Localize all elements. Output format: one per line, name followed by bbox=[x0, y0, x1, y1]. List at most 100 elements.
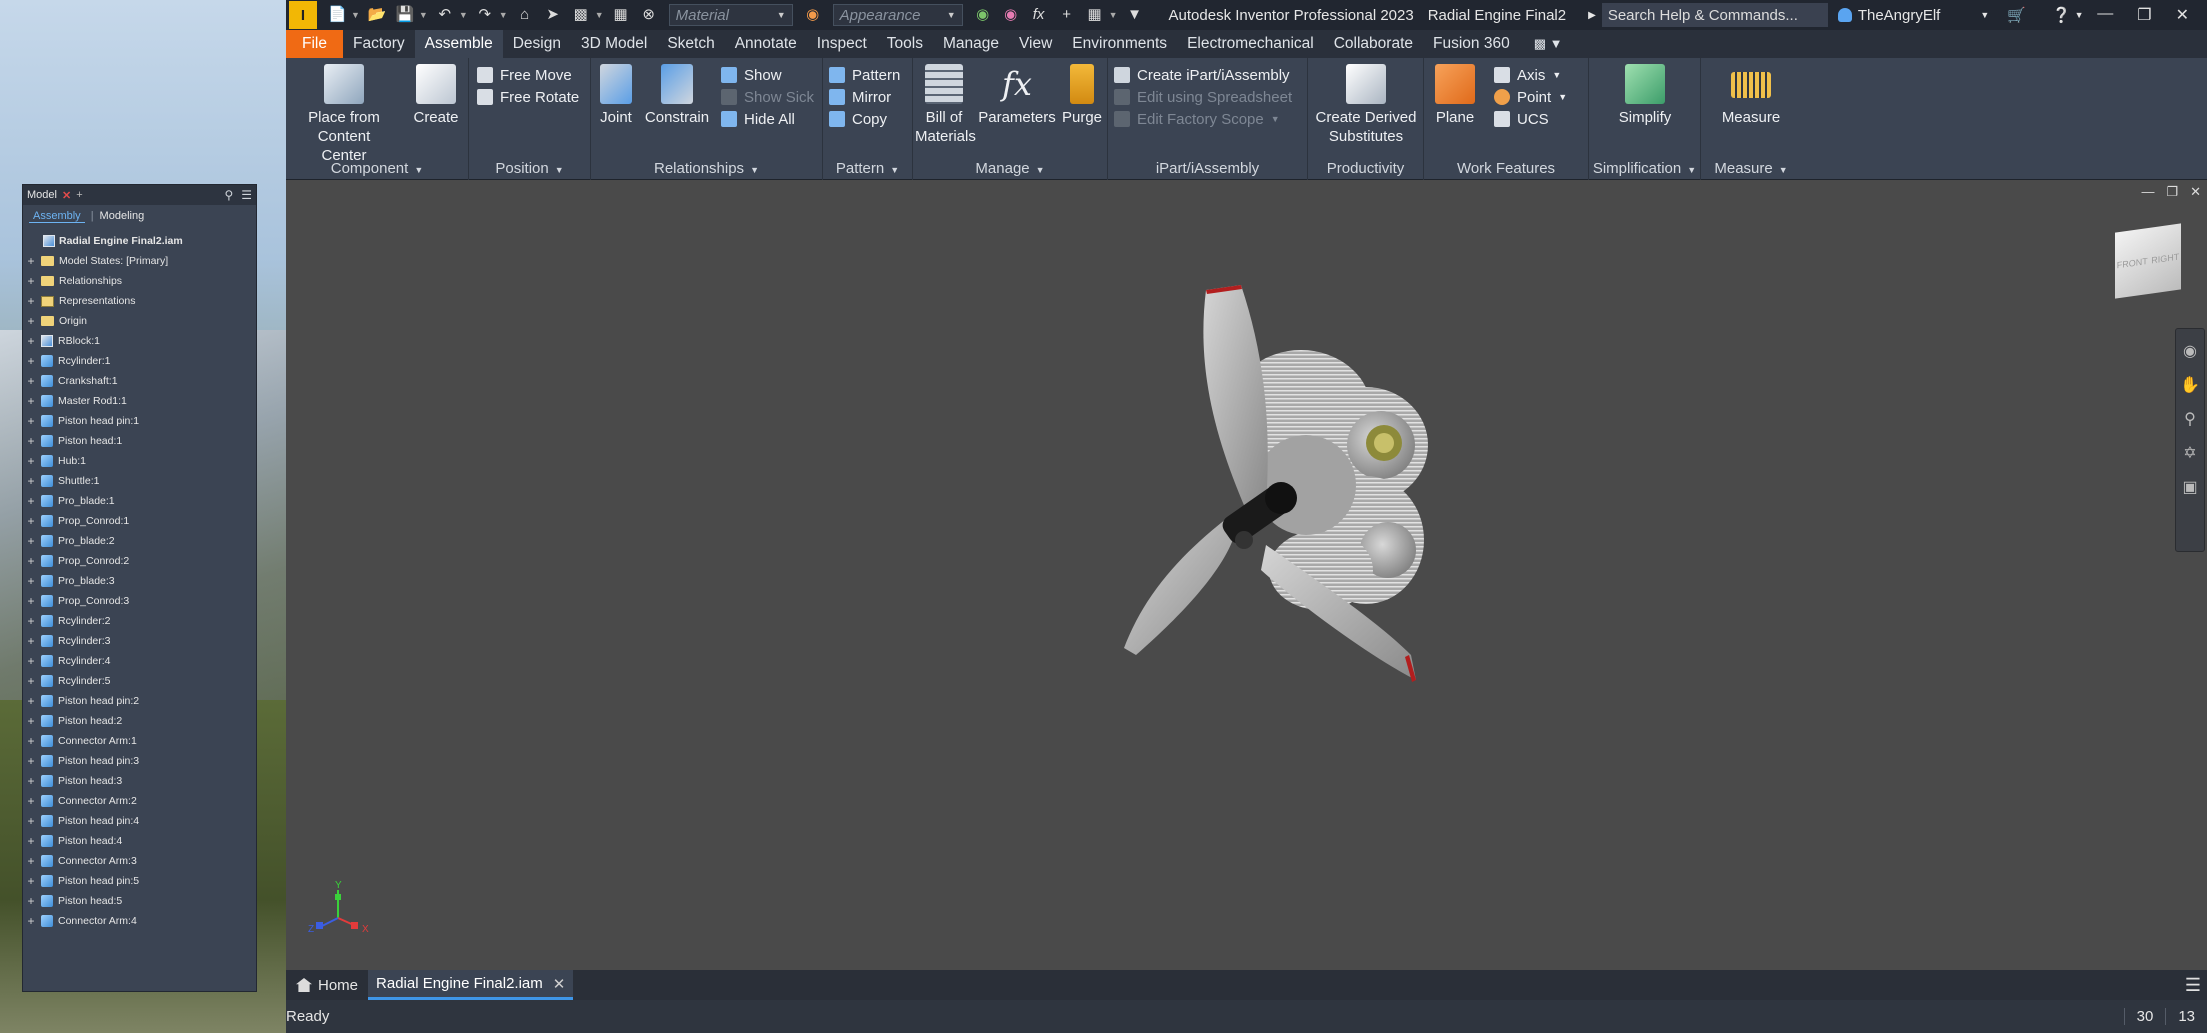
cart-icon[interactable]: 🛒 bbox=[2007, 6, 2026, 24]
help-dropdown[interactable]: ▼ bbox=[2075, 10, 2084, 20]
viewcube-right[interactable]: RIGHT bbox=[2151, 252, 2179, 266]
expand-icon[interactable]: + bbox=[26, 454, 36, 468]
axis-button[interactable]: Axis ▼ bbox=[1494, 64, 1561, 86]
tab-design[interactable]: Design bbox=[503, 30, 571, 58]
tree-item[interactable]: + Piston head pin:3 bbox=[26, 751, 256, 771]
redo-dropdown[interactable]: ▼ bbox=[499, 10, 508, 20]
help-icon[interactable]: ❔ bbox=[2052, 6, 2071, 24]
zoom-icon[interactable]: ⚲ bbox=[2184, 409, 2196, 429]
panel-title-simplification[interactable]: Simplification ▼ bbox=[1589, 160, 1700, 177]
expand-icon[interactable]: + bbox=[26, 714, 36, 728]
show-sick-button[interactable]: Show Sick bbox=[721, 86, 814, 108]
tab-tools[interactable]: Tools bbox=[877, 30, 933, 58]
measure-button[interactable]: Measure bbox=[1711, 64, 1791, 127]
expand-icon[interactable]: + bbox=[26, 874, 36, 888]
expand-icon[interactable]: + bbox=[26, 414, 36, 428]
create-derived-substitutes-button[interactable]: Create Derived Substitutes bbox=[1310, 64, 1422, 146]
menu-icon[interactable]: ☰ bbox=[2185, 975, 2207, 996]
mirror-button[interactable]: Mirror bbox=[829, 86, 891, 108]
user-menu[interactable]: TheAngryElf ▼ bbox=[1837, 7, 1989, 24]
tree-item[interactable]: + Pro_blade:1 bbox=[26, 491, 256, 511]
save-dropdown[interactable]: ▼ bbox=[419, 10, 428, 20]
expand-icon[interactable]: + bbox=[26, 254, 36, 268]
tree-item[interactable]: + Relationships bbox=[26, 271, 256, 291]
tree-item[interactable]: + Model States: [Primary] bbox=[26, 251, 256, 271]
create-ipart-button[interactable]: Create iPart/iAssembly bbox=[1114, 64, 1290, 86]
bill-of-materials-button[interactable]: Bill of Materials bbox=[915, 64, 976, 146]
tree-item[interactable]: + Piston head:4 bbox=[26, 831, 256, 851]
expand-icon[interactable]: + bbox=[26, 694, 36, 708]
expand-icon[interactable]: + bbox=[26, 554, 36, 568]
restore-icon[interactable]: ❐ bbox=[2137, 5, 2151, 25]
add-browser-icon[interactable]: + bbox=[76, 189, 82, 201]
expand-icon[interactable]: + bbox=[26, 354, 36, 368]
clear-override-icon[interactable]: ⊗ bbox=[640, 6, 658, 24]
update-icon[interactable]: ▩ bbox=[572, 6, 590, 24]
expand-icon[interactable]: + bbox=[26, 534, 36, 548]
parameters-button[interactable]: fx Parameters bbox=[977, 64, 1057, 127]
expand-icon[interactable]: + bbox=[26, 394, 36, 408]
tree-item[interactable]: + Piston head pin:5 bbox=[26, 871, 256, 891]
browser-tab-model[interactable]: Model bbox=[27, 189, 57, 201]
simplify-button[interactable]: Simplify bbox=[1605, 64, 1685, 127]
appearance-combo[interactable]: Appearance ▼ bbox=[832, 4, 963, 26]
ilogic-icon[interactable]: ▦ bbox=[1086, 6, 1104, 24]
viewcube[interactable]: FRONT RIGHT bbox=[2115, 223, 2181, 299]
tab-electromechanical[interactable]: Electromechanical bbox=[1177, 30, 1324, 58]
tree-item[interactable]: + Crankshaft:1 bbox=[26, 371, 256, 391]
customize-icon[interactable]: ▼ bbox=[1126, 6, 1144, 24]
expand-icon[interactable]: + bbox=[26, 514, 36, 528]
rebuild-icon[interactable]: ▦ bbox=[612, 6, 630, 24]
tab-factory[interactable]: Factory bbox=[343, 30, 415, 58]
tree-item[interactable]: + Connector Arm:4 bbox=[26, 911, 256, 931]
edit-spreadsheet-button[interactable]: Edit using Spreadsheet bbox=[1114, 86, 1292, 108]
tree-item[interactable]: + Pro_blade:3 bbox=[26, 571, 256, 591]
fx-parameters-icon[interactable]: fx bbox=[1030, 6, 1048, 24]
orbit-icon[interactable]: ✡ bbox=[2183, 443, 2196, 463]
help-search-input[interactable]: Search Help & Commands... bbox=[1601, 3, 1828, 27]
undo-icon[interactable]: ↶ bbox=[436, 6, 454, 24]
save-icon[interactable]: 💾 bbox=[396, 6, 415, 24]
free-move-button[interactable]: Free Move bbox=[477, 64, 572, 86]
expand-icon[interactable]: + bbox=[26, 914, 36, 928]
tab-assemble[interactable]: Assemble bbox=[414, 30, 503, 58]
material-combo[interactable]: Material ▼ bbox=[668, 4, 793, 26]
tree-item[interactable]: + Prop_Conrod:3 bbox=[26, 591, 256, 611]
close-icon[interactable]: ✕ bbox=[2190, 184, 2201, 200]
place-content-center-button[interactable]: Place from Content Center bbox=[294, 64, 394, 165]
tree-item[interactable]: + Connector Arm:1 bbox=[26, 731, 256, 751]
expand-icon[interactable]: + bbox=[26, 274, 36, 288]
select-icon[interactable]: ➤ bbox=[544, 6, 562, 24]
update-dropdown[interactable]: ▼ bbox=[595, 10, 604, 20]
close-icon[interactable]: ✕ bbox=[553, 975, 566, 993]
tree-item[interactable]: + Hub:1 bbox=[26, 451, 256, 471]
free-rotate-button[interactable]: Free Rotate bbox=[477, 86, 579, 108]
close-icon[interactable]: ✕ bbox=[62, 189, 71, 202]
tree-item[interactable]: + Rcylinder:2 bbox=[26, 611, 256, 631]
point-button[interactable]: Point ▼ bbox=[1494, 86, 1567, 108]
tab-annotate[interactable]: Annotate bbox=[725, 30, 807, 58]
subtab-modeling[interactable]: Modeling bbox=[100, 210, 145, 222]
expand-icon[interactable]: + bbox=[26, 374, 36, 388]
tab-environments[interactable]: Environments bbox=[1062, 30, 1177, 58]
expand-icon[interactable]: + bbox=[26, 674, 36, 688]
pattern-button[interactable]: Pattern bbox=[829, 64, 900, 86]
tree-item[interactable]: + Prop_Conrod:1 bbox=[26, 511, 256, 531]
tab-collaborate[interactable]: Collaborate bbox=[1324, 30, 1423, 58]
panel-title-manage[interactable]: Manage ▼ bbox=[913, 160, 1107, 177]
expand-icon[interactable]: + bbox=[26, 614, 36, 628]
minimize-icon[interactable]: — bbox=[2141, 184, 2154, 200]
tree-item[interactable]: + Pro_blade:2 bbox=[26, 531, 256, 551]
new-file-icon[interactable]: 📄 bbox=[328, 6, 347, 24]
tree-item[interactable]: + Connector Arm:2 bbox=[26, 791, 256, 811]
expand-icon[interactable]: + bbox=[26, 814, 36, 828]
copy-button[interactable]: Copy bbox=[829, 108, 887, 130]
tab-fusion-360[interactable]: Fusion 360 bbox=[1423, 30, 1520, 58]
new-dropdown[interactable]: ▼ bbox=[351, 10, 360, 20]
tree-item[interactable]: + Origin bbox=[26, 311, 256, 331]
ilogic-dropdown[interactable]: ▼ bbox=[1109, 10, 1118, 20]
tab-file[interactable]: File bbox=[286, 30, 343, 58]
tree-item[interactable]: + Rcylinder:3 bbox=[26, 631, 256, 651]
clear-appearance-icon[interactable]: ◉ bbox=[1002, 6, 1020, 24]
show-button[interactable]: Show bbox=[721, 64, 782, 86]
